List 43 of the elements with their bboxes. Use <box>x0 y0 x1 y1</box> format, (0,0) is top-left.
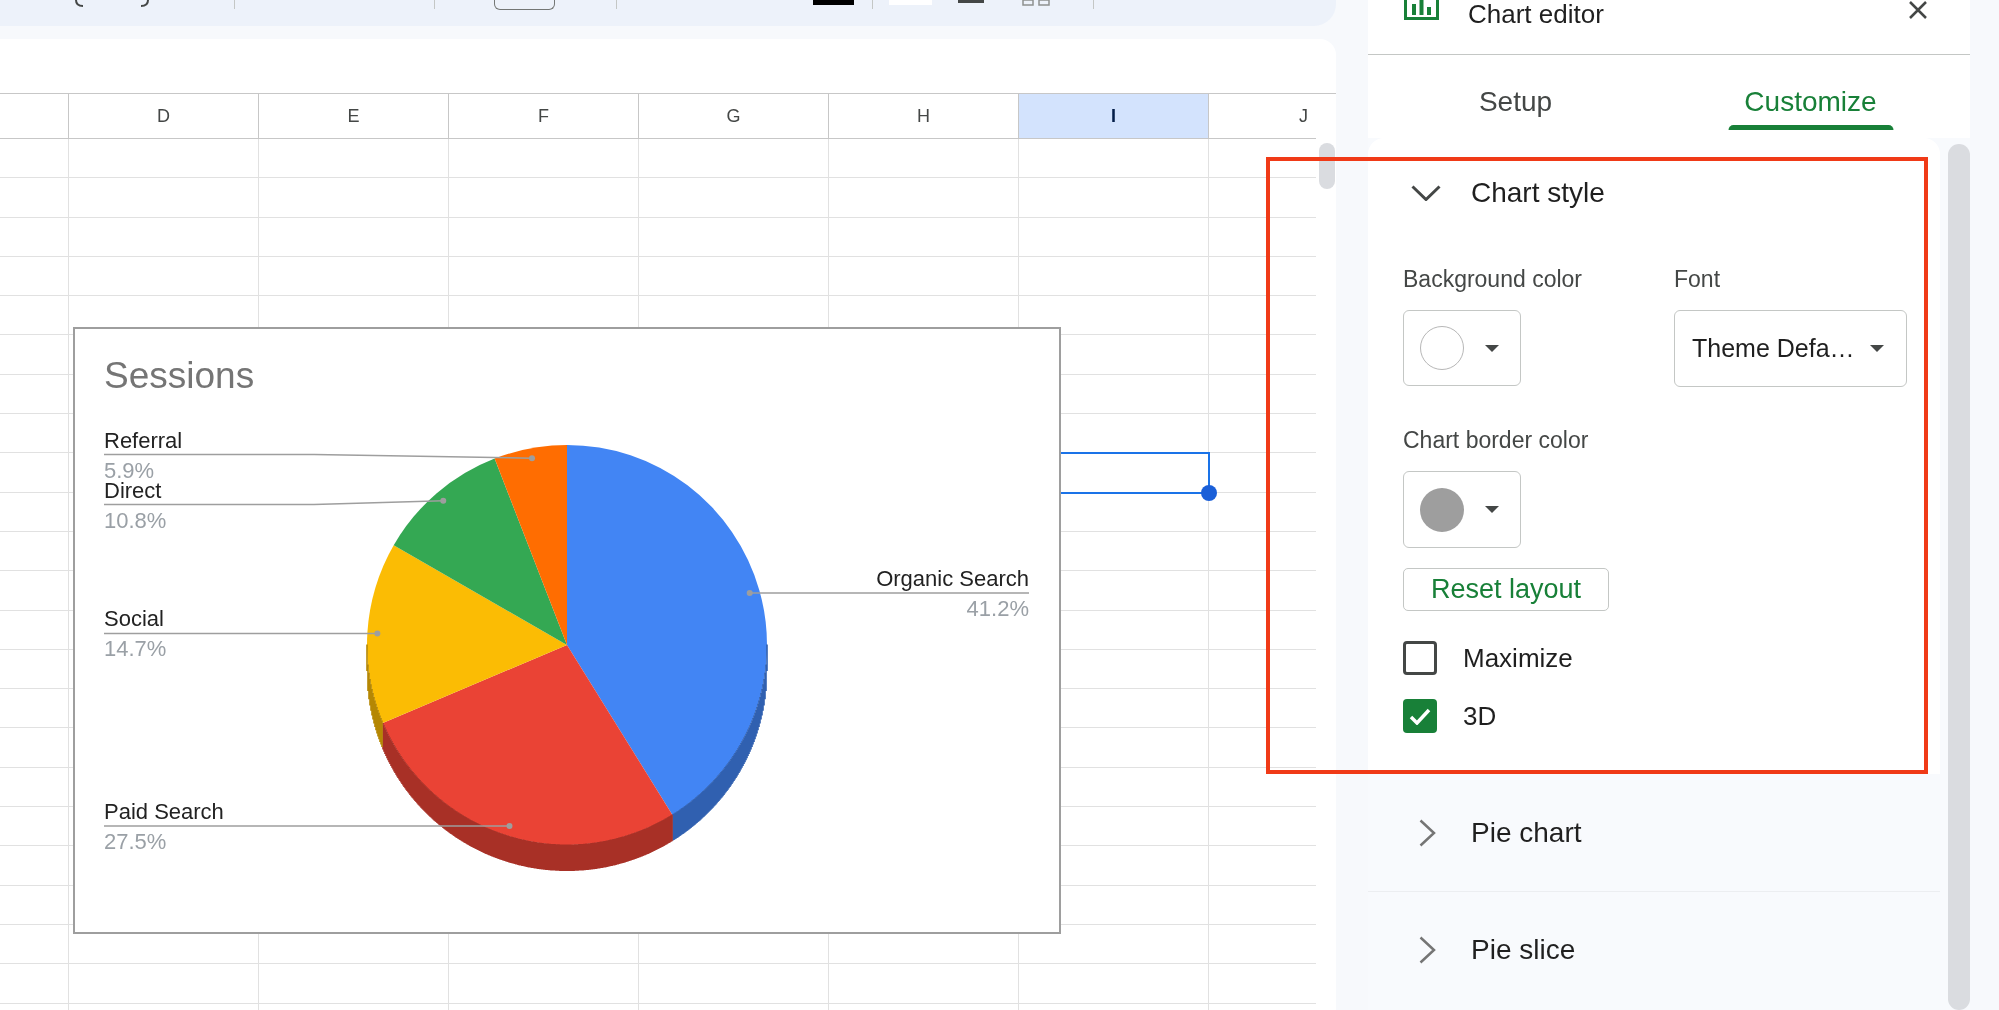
chart-title: Sessions <box>104 355 255 396</box>
panel-title: Chart editor <box>1468 0 1604 28</box>
slice-label: Paid Search <box>104 799 224 825</box>
background-color-button[interactable] <box>1403 310 1521 386</box>
check-icon <box>1409 707 1431 725</box>
slice-percent: 14.7% <box>104 636 167 662</box>
checkbox-label: Maximize <box>1463 641 1573 675</box>
slice-label: Organic Search <box>876 565 1029 591</box>
slice-label: Social <box>104 606 164 632</box>
chart-icon <box>1404 0 1439 20</box>
checkbox[interactable] <box>1403 641 1437 675</box>
tab[interactable]: Setup <box>1368 55 1663 130</box>
slice-label: Referral <box>104 427 183 453</box>
slice-percent: 41.2% <box>966 595 1029 621</box>
border-color-button[interactable] <box>1403 471 1521 548</box>
field-label: Background color <box>1403 266 1583 292</box>
chevron-down-icon <box>1411 185 1441 201</box>
toolbar-icon[interactable] <box>1022 0 1050 6</box>
font-dropdown[interactable]: Theme Defa… <box>1674 310 1907 387</box>
section-header[interactable]: Pie slice <box>1368 891 1940 1008</box>
close-icon <box>1909 1 1927 19</box>
close-button[interactable] <box>1907 0 1929 20</box>
reset-layout-button[interactable]: Reset layout <box>1403 568 1609 611</box>
dropdown-caret-icon <box>1485 506 1499 513</box>
dropdown-caret-icon <box>1870 345 1884 352</box>
fill-handle[interactable] <box>1201 484 1217 501</box>
scrollbar[interactable] <box>1319 143 1335 189</box>
color-bar-icon[interactable] <box>813 0 854 5</box>
chevron-right-icon <box>1419 936 1436 964</box>
checkbox-label: 3D <box>1463 699 1497 733</box>
font-size-field[interactable] <box>494 0 555 10</box>
slice-percent: 10.8% <box>104 507 167 533</box>
tab[interactable]: Customize <box>1663 55 1958 130</box>
section-header[interactable]: Chart style <box>1368 138 1940 248</box>
scrollbar[interactable] <box>1948 144 1970 1010</box>
field-label: Font <box>1674 266 1722 292</box>
section-header[interactable]: Pie chart <box>1368 774 1940 891</box>
slice-percent: 27.5% <box>104 829 167 855</box>
chevron-right-icon <box>1419 818 1436 847</box>
column-header[interactable]: I <box>1019 94 1209 138</box>
dropdown-caret-icon <box>1485 344 1499 352</box>
checkbox[interactable] <box>1403 699 1437 733</box>
field-label: Chart border color <box>1403 427 1589 453</box>
